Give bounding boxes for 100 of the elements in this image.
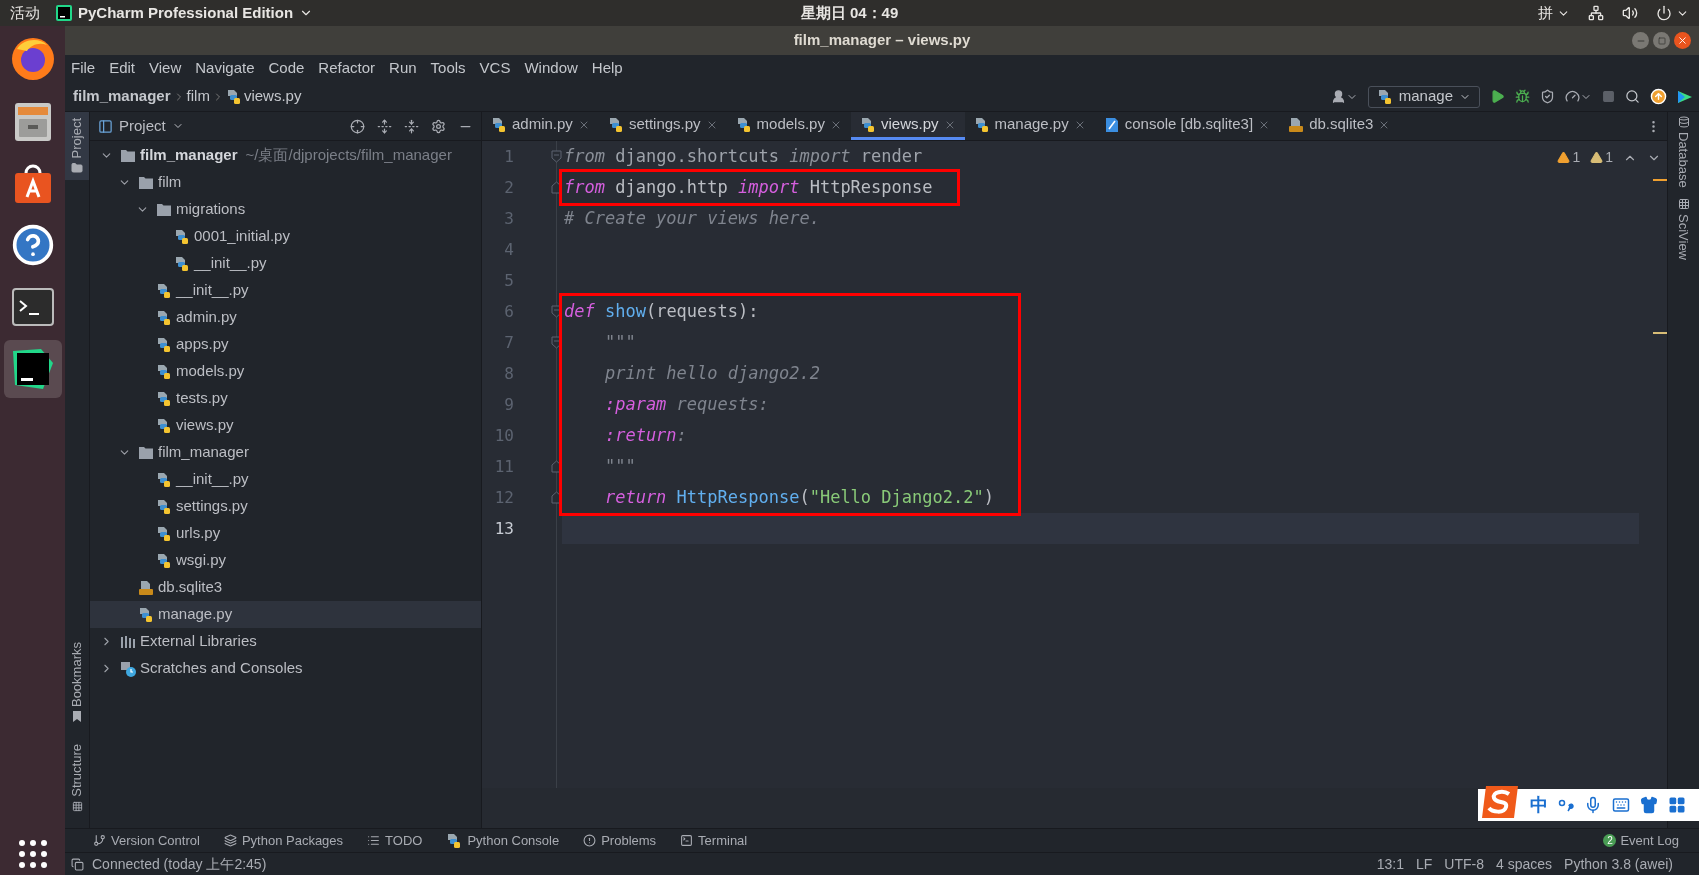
run-configuration-dropdown[interactable]: manage — [1367, 85, 1480, 108]
tool-window-tab[interactable]: SciView — [1673, 197, 1694, 260]
editor-tab[interactable]: db.sqlite3 — [1279, 112, 1400, 140]
status-icon[interactable] — [71, 857, 84, 871]
input-method-indicator[interactable]: 拼 — [1538, 1, 1570, 25]
editor-tab[interactable]: manage.py — [964, 112, 1095, 140]
network-icon[interactable] — [1588, 5, 1604, 21]
volume-icon[interactable] — [1622, 5, 1638, 21]
user-icon[interactable] — [1330, 89, 1346, 104]
breadcrumb-item[interactable]: views.py — [225, 85, 302, 108]
tree-item[interactable]: views.py — [90, 412, 481, 439]
tool-window-tab[interactable]: Database — [1673, 116, 1694, 188]
fold-marker-icon[interactable] — [551, 150, 562, 163]
menu-item[interactable]: Navigate — [195, 57, 255, 80]
app-menu[interactable]: PyCharm Professional Edition — [56, 1, 314, 25]
minimize-button[interactable] — [1632, 32, 1649, 49]
fold-marker-icon[interactable] — [551, 491, 562, 504]
locate-icon[interactable] — [350, 118, 365, 134]
status-item[interactable]: 4 spaces — [1496, 853, 1553, 875]
status-item[interactable]: 13:1 — [1376, 853, 1404, 875]
close-button[interactable] — [1674, 32, 1691, 49]
menu-item[interactable]: VCS — [479, 57, 511, 80]
tree-item[interactable]: film_manager — [90, 439, 481, 466]
editor-tab[interactable]: admin.py — [482, 112, 599, 140]
editor-tab[interactable]: views.py — [850, 112, 965, 140]
tree-item[interactable]: manage.py — [90, 601, 481, 628]
tree-item[interactable]: film — [90, 169, 481, 196]
coverage-icon[interactable] — [1540, 89, 1555, 104]
tool-window-button[interactable]: TODO — [367, 830, 423, 851]
status-item[interactable]: Python 3.8 (awei) — [1564, 853, 1673, 875]
fold-marker-icon[interactable] — [551, 181, 562, 194]
profile-icon[interactable] — [1565, 89, 1580, 104]
tree-item[interactable]: settings.py — [90, 493, 481, 520]
menu-item[interactable]: Help — [591, 57, 623, 80]
event-log-button[interactable]: 2 Event Log — [1603, 830, 1679, 851]
menu-item[interactable]: Refactor — [318, 57, 376, 80]
menu-item[interactable]: Window — [524, 57, 578, 80]
collapse-all-icon[interactable] — [404, 118, 419, 134]
tool-window-tab[interactable]: Structure — [65, 738, 89, 818]
fold-marker-icon[interactable] — [551, 336, 562, 349]
project-view-dropdown[interactable]: Project — [98, 114, 184, 138]
power-icon[interactable] — [1656, 5, 1672, 21]
breadcrumb-item[interactable]: film — [186, 85, 210, 108]
tree-item[interactable]: Scratches and Consoles — [90, 655, 481, 682]
microphone-icon[interactable] — [1584, 796, 1602, 814]
editor-tab[interactable]: models.py — [726, 112, 851, 140]
status-message[interactable]: Connected (today 上午2:45) — [92, 853, 267, 875]
debug-icon[interactable] — [1515, 89, 1530, 104]
tree-item[interactable]: __init__.py — [90, 277, 481, 304]
toolbox-icon[interactable] — [1677, 88, 1693, 105]
stop-icon[interactable] — [1602, 90, 1615, 103]
status-item[interactable]: UTF-8 — [1444, 853, 1484, 875]
breadcrumb-item[interactable]: film_manager — [73, 85, 171, 108]
settings-icon[interactable] — [431, 118, 446, 134]
activities-button[interactable]: 活动 — [10, 1, 40, 25]
editor-tab[interactable]: settings.py — [598, 112, 727, 140]
tool-window-tab[interactable]: Project — [65, 112, 89, 181]
tree-item[interactable]: db.sqlite3 — [90, 574, 481, 601]
input-method-logo[interactable] — [1480, 784, 1520, 820]
grid-icon[interactable] — [1668, 796, 1686, 814]
menu-item[interactable]: View — [149, 57, 182, 80]
search-icon[interactable] — [1625, 89, 1640, 104]
tool-window-button[interactable]: Version Control — [93, 830, 200, 851]
tool-window-tab[interactable]: Bookmarks — [65, 636, 89, 729]
tree-item[interactable]: apps.py — [90, 331, 481, 358]
fold-marker-icon[interactable] — [551, 305, 562, 318]
editor-tab[interactable]: console [db.sqlite3] — [1094, 112, 1280, 140]
shirt-icon[interactable] — [1640, 796, 1658, 814]
tool-window-button[interactable]: Python Console — [446, 830, 560, 851]
menu-item[interactable]: File — [71, 57, 96, 80]
status-item[interactable]: LF — [1416, 853, 1433, 875]
tree-item[interactable]: urls.py — [90, 520, 481, 547]
app-grid-icon[interactable] — [17, 839, 48, 869]
warning-indicator[interactable]: 1 — [1557, 147, 1581, 168]
tree-item[interactable]: 0001_initial.py — [90, 223, 481, 250]
ide-icon[interactable] — [3, 340, 62, 398]
punctuation-icon[interactable] — [1558, 798, 1574, 812]
tree-item[interactable]: wsgi.py — [90, 547, 481, 574]
clock[interactable]: 星期日 04：49 — [800, 1, 899, 25]
tree-item[interactable]: __init__.py — [90, 250, 481, 277]
language-toggle[interactable]: 中 — [1530, 791, 1548, 819]
fold-marker-icon[interactable] — [551, 460, 562, 473]
tree-item[interactable]: __init__.py — [90, 466, 481, 493]
tree-item[interactable]: migrations — [90, 196, 481, 223]
keyboard-icon[interactable] — [1612, 796, 1630, 814]
tree-item[interactable]: tests.py — [90, 385, 481, 412]
menu-item[interactable]: Edit — [109, 57, 136, 80]
tool-window-button[interactable]: Python Packages — [223, 830, 344, 851]
tree-item[interactable]: models.py — [90, 358, 481, 385]
tool-window-button[interactable]: Problems — [583, 830, 657, 851]
update-icon[interactable] — [1650, 88, 1667, 105]
menu-item[interactable]: Code — [268, 57, 305, 80]
expand-all-icon[interactable] — [377, 118, 392, 134]
tree-item[interactable]: External Libraries — [90, 628, 481, 655]
tree-item[interactable]: film_manager ~/桌面/djprojects/film_manager — [90, 142, 481, 169]
warning-indicator[interactable]: 1 — [1590, 147, 1613, 168]
tree-item[interactable]: admin.py — [90, 304, 481, 331]
menu-item[interactable]: Tools — [430, 57, 466, 80]
run-icon[interactable] — [1490, 89, 1505, 104]
tool-window-button[interactable]: Terminal — [680, 830, 748, 851]
